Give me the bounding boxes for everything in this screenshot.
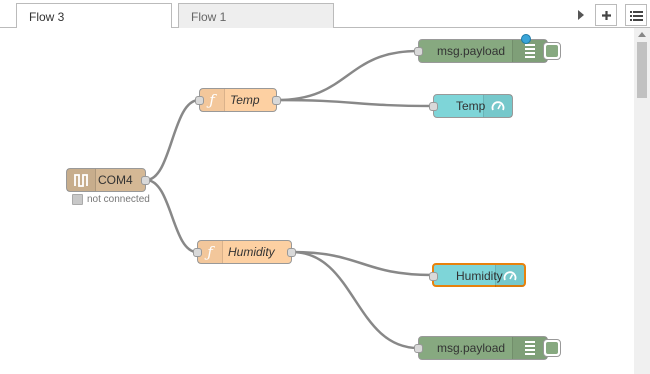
output-port[interactable]	[141, 176, 150, 185]
debug-list-icon	[525, 341, 535, 355]
tab-label: Flow 3	[29, 10, 65, 24]
scroll-tabs-right-button[interactable]	[572, 4, 590, 26]
gauge-node-temp[interactable]: Temp	[429, 94, 513, 118]
tab-label: Flow 1	[191, 10, 227, 24]
status-text: not connected	[87, 193, 150, 205]
tab-flow-1[interactable]: Flow 1	[178, 3, 334, 28]
gauge-node-humidity[interactable]: Humidity	[429, 263, 526, 287]
debug-list-icon	[525, 44, 535, 58]
input-port[interactable]	[414, 47, 423, 56]
flow-workspace[interactable]: COM4 not connected ƒ Temp ƒ Humidity msg…	[0, 28, 634, 374]
input-port[interactable]	[429, 102, 438, 111]
wire-temp-to-debug[interactable]	[276, 49, 419, 102]
changed-indicator	[521, 34, 531, 44]
serial-in-node[interactable]: COM4	[66, 168, 150, 192]
plus-icon	[601, 10, 611, 20]
input-port[interactable]	[414, 344, 423, 353]
wire-temp-to-gauge[interactable]	[276, 98, 434, 108]
list-icon	[629, 10, 643, 21]
debug-node-top[interactable]: msg.payload	[414, 34, 561, 63]
node-label: msg.payload	[437, 341, 506, 355]
add-flow-button[interactable]	[595, 4, 617, 26]
node-label: Temp	[456, 99, 486, 113]
function-node-humidity[interactable]: ƒ Humidity	[193, 240, 296, 264]
wire-serial-to-humidity[interactable]	[145, 178, 198, 254]
wire-humidity-to-debug[interactable]	[291, 250, 419, 350]
debug-node-bottom[interactable]: msg.payload	[414, 336, 561, 360]
gauge-icon	[491, 101, 505, 111]
scrollbar-thumb[interactable]	[637, 42, 647, 98]
gauge-icon	[503, 271, 517, 281]
output-port[interactable]	[272, 96, 281, 105]
status-indicator	[72, 193, 83, 205]
node-label: COM4	[98, 173, 133, 187]
wire-serial-to-temp[interactable]	[145, 98, 200, 182]
node-label: msg.payload	[437, 44, 506, 58]
input-port[interactable]	[193, 248, 202, 257]
debug-toggle-button[interactable]	[543, 42, 561, 60]
node-label: Humidity	[228, 245, 275, 259]
tab-flow-3[interactable]: Flow 3	[16, 3, 172, 29]
flow-list-button[interactable]	[625, 4, 647, 26]
node-label: Temp	[230, 93, 260, 107]
output-port[interactable]	[287, 248, 296, 257]
scroll-up-arrow-icon[interactable]	[638, 32, 646, 37]
debug-toggle-button[interactable]	[543, 339, 561, 357]
tab-bar: Flow 3 Flow 1	[0, 0, 650, 29]
input-port[interactable]	[429, 272, 438, 281]
node-status: not connected	[72, 193, 150, 205]
input-port[interactable]	[195, 96, 204, 105]
triangle-right-icon	[578, 10, 584, 20]
vertical-scrollbar[interactable]	[634, 28, 650, 374]
function-node-temp[interactable]: ƒ Temp	[195, 88, 281, 112]
serial-port-icon	[74, 174, 88, 187]
